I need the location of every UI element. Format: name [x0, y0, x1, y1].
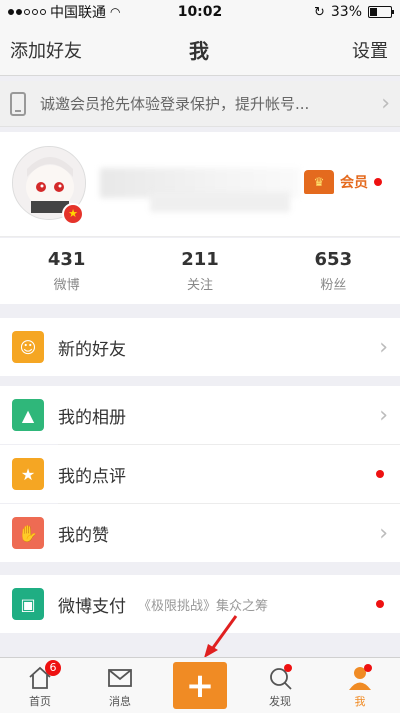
phone-icon	[10, 91, 26, 116]
bio-blurred	[150, 192, 290, 212]
tab-label: 发现	[269, 695, 291, 708]
wifi-icon: ◠	[110, 5, 121, 19]
thumbs-up-icon: ✋	[12, 517, 44, 549]
menu-subtitle: 《极限挑战》集众之筹	[138, 598, 269, 614]
status-time: 10:02	[177, 4, 223, 20]
tab-label: 首页	[29, 695, 51, 708]
stat-label: 粉丝	[320, 278, 347, 293]
login-protect-banner[interactable]: 诚邀会员抢先体验登录保护，提升帐号... ›	[0, 81, 400, 127]
rotation-lock-icon: ↻	[313, 4, 325, 20]
chevron-right-icon: ›	[379, 402, 388, 428]
notification-dot	[376, 600, 384, 608]
chevron-right-icon: ›	[381, 91, 390, 116]
stat-label: 关注	[186, 278, 213, 293]
notification-dot	[364, 664, 372, 672]
menu-albums[interactable]: ▲ 我的相册 ›	[0, 386, 400, 444]
menu-label: 微博支付	[58, 596, 126, 617]
tab-discover[interactable]: 发现	[240, 658, 320, 713]
signal-icon	[8, 9, 46, 15]
stat-value: 653	[314, 249, 353, 270]
menu-label: 我的相册	[58, 407, 126, 428]
friends-icon: ☺	[12, 331, 44, 363]
stat-label: 微博	[53, 278, 80, 293]
page-title: 我	[189, 39, 209, 63]
tab-bar: 6 首页 消息 + 发现 我	[0, 657, 400, 713]
stat-followers[interactable]: 653 粉丝	[267, 238, 400, 304]
home-badge: 6	[45, 660, 61, 676]
tab-label: 消息	[109, 695, 131, 708]
menu-reviews[interactable]: ★ 我的点评	[0, 445, 400, 503]
stat-following[interactable]: 211 关注	[133, 238, 266, 304]
photo-album-icon: ▲	[12, 399, 44, 431]
wallet-icon: ▣	[12, 588, 44, 620]
menu-weibo-pay[interactable]: ▣ 微博支付 《极限挑战》集众之筹	[0, 575, 400, 633]
tab-compose[interactable]: +	[160, 658, 240, 713]
tab-messages[interactable]: 消息	[80, 658, 160, 713]
tab-home[interactable]: 6 首页	[0, 658, 80, 713]
vip-member-badge[interactable]: ♛ 会员	[304, 170, 382, 194]
review-star-icon: ★	[12, 458, 44, 490]
stat-value: 211	[181, 249, 219, 270]
status-bar: 中国联通 ◠ 10:02 ↻ 33%	[0, 0, 400, 24]
menu-label: 我的赞	[58, 525, 109, 546]
menu-label: 新的好友	[58, 339, 126, 360]
stat-weibo[interactable]: 431 微博	[0, 238, 133, 304]
menu-new-friends[interactable]: ☺ 新的好友 ›	[0, 318, 400, 376]
add-friend-button[interactable]: 添加好友	[10, 37, 120, 63]
tab-me[interactable]: 我	[320, 658, 400, 713]
vip-label: 会员	[340, 175, 368, 191]
battery-percent: 33%	[330, 4, 362, 20]
nav-bar: 添加好友 我 设置	[0, 24, 400, 76]
plus-icon[interactable]: +	[173, 662, 227, 709]
chevron-right-icon: ›	[379, 520, 388, 546]
settings-button[interactable]: 设置	[278, 37, 388, 63]
stat-value: 431	[47, 249, 86, 270]
stats-bar: 431 微博 211 关注 653 粉丝	[0, 238, 400, 304]
crown-icon: ♛	[304, 170, 334, 194]
notification-dot	[284, 664, 292, 672]
banner-text: 诚邀会员抢先体验登录保护，提升帐号...	[40, 95, 310, 113]
envelope-icon	[108, 669, 132, 687]
notification-dot	[376, 470, 384, 478]
notification-dot	[374, 178, 382, 186]
vip-badge-icon: ★	[62, 203, 84, 225]
tab-label: 我	[354, 695, 366, 708]
menu-label: 我的点评	[58, 466, 126, 487]
chevron-right-icon: ›	[379, 334, 388, 360]
menu-likes[interactable]: ✋ 我的赞 ›	[0, 504, 400, 562]
battery-icon	[368, 6, 394, 18]
carrier-label: 中国联通	[50, 5, 106, 21]
